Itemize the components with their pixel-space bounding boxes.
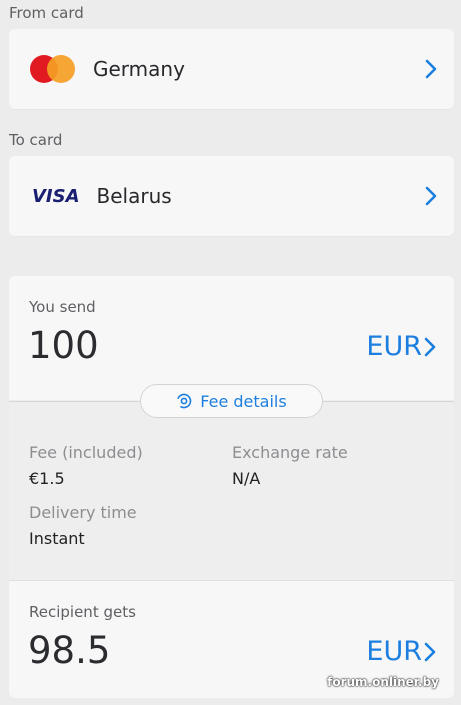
receive-amount: 98.5	[28, 629, 111, 672]
fee-icon	[176, 393, 192, 409]
send-amount-input[interactable]: 100	[28, 324, 99, 367]
you-send-label: You send	[29, 298, 96, 316]
from-card-selector[interactable]: Germany	[9, 29, 454, 109]
visa-logo: VISA	[32, 185, 80, 207]
to-card-name: Belarus	[96, 184, 172, 208]
chevron-right-icon	[424, 642, 436, 661]
fee-value: €1.5	[29, 469, 65, 488]
chevron-right-icon	[424, 337, 436, 356]
from-card-name: Germany	[93, 57, 185, 81]
exchange-rate-value: N/A	[232, 469, 261, 488]
chevron-right-icon	[425, 59, 437, 79]
chevron-right-icon	[425, 186, 437, 206]
fee-details-label: Fee details	[200, 391, 287, 411]
delivery-time-value: Instant	[29, 529, 85, 548]
fee-label: Fee (included)	[29, 443, 143, 462]
receive-currency-code: EUR	[366, 636, 422, 667]
recipient-gets-label: Recipient gets	[29, 603, 136, 621]
exchange-rate-label: Exchange rate	[232, 443, 348, 462]
transfer-panel: You send 100 EUR Fee details Fee (includ…	[9, 276, 454, 698]
to-card-selector[interactable]: VISA Belarus	[9, 156, 454, 236]
from-card-label: From card	[9, 4, 84, 22]
mastercard-logo	[30, 55, 76, 83]
send-block: You send 100 EUR	[9, 276, 454, 400]
receive-currency-selector[interactable]: EUR	[366, 636, 436, 667]
delivery-time-label: Delivery time	[29, 503, 137, 522]
watermark: forum.onliner.by	[327, 675, 439, 689]
to-card-label: To card	[9, 131, 63, 149]
send-currency-selector[interactable]: EUR	[366, 331, 436, 362]
send-currency-code: EUR	[366, 331, 422, 362]
fee-details-button[interactable]: Fee details	[140, 384, 323, 418]
